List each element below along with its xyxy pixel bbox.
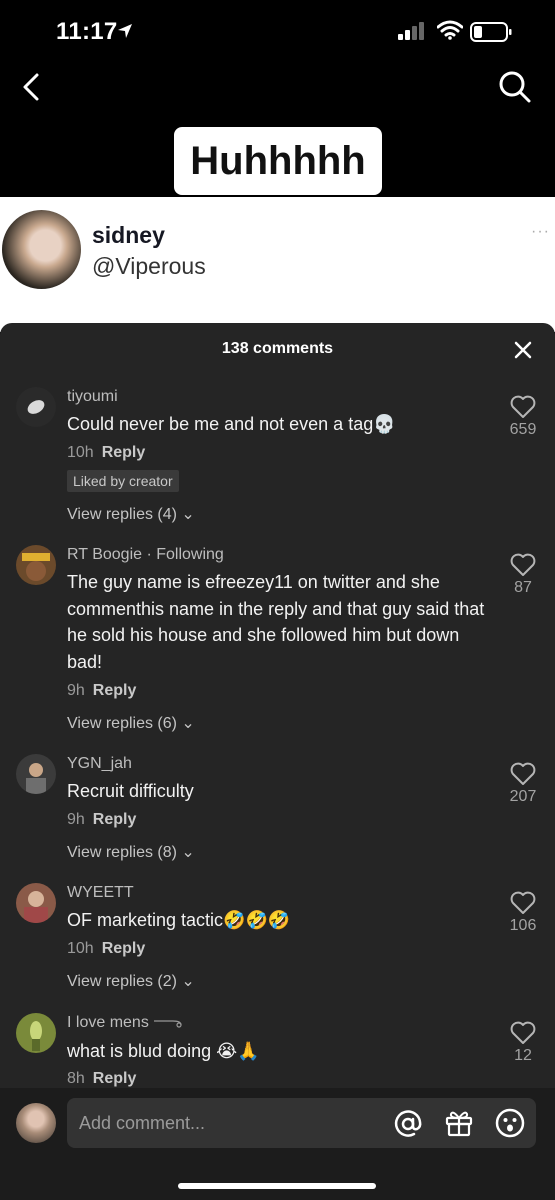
commenter-avatar[interactable]	[16, 754, 56, 794]
comment-time: 8h	[67, 1070, 85, 1087]
gift-icon[interactable]	[444, 1108, 474, 1138]
reply-button[interactable]: Reply	[93, 1070, 137, 1087]
profile-avatar[interactable]	[2, 210, 81, 289]
following-label: · Following	[146, 546, 224, 563]
like-count: 87	[514, 579, 532, 596]
reply-button[interactable]: Reply	[102, 940, 146, 957]
heart-icon[interactable]	[510, 553, 536, 577]
comment-meta: 9h Reply	[67, 682, 136, 700]
heart-icon[interactable]	[510, 395, 536, 419]
comment-text: Recruit difficulty	[67, 781, 194, 801]
cellular-signal-icon	[398, 22, 424, 40]
profile-section	[0, 197, 555, 332]
comment-username-row: RT Boogie · Following	[67, 546, 224, 564]
view-replies-button[interactable]: View replies (6) ⌄	[67, 713, 195, 733]
heart-icon[interactable]	[510, 891, 536, 915]
comment-username[interactable]: YGN_jah	[67, 755, 132, 773]
comment-count: 138 comments	[221, 340, 334, 357]
handcuffs-icon	[154, 1020, 182, 1028]
comment-meta: 8h Reply	[67, 1070, 136, 1088]
heart-icon[interactable]	[510, 762, 536, 786]
emoji-face-icon[interactable]	[495, 1108, 525, 1138]
my-avatar	[16, 1103, 56, 1143]
view-replies-button[interactable]: View replies (2) ⌄	[67, 971, 195, 991]
like-count: 659	[509, 421, 537, 438]
location-arrow-icon	[118, 24, 132, 38]
comment-username-row: I love mens	[67, 1014, 183, 1032]
like-count: 12	[514, 1047, 532, 1064]
video-caption-title: Huhhhhh	[174, 127, 382, 195]
like-count: 106	[509, 917, 537, 934]
profile-handle[interactable]: @Viperous	[92, 253, 206, 280]
close-icon[interactable]	[514, 341, 532, 359]
comment-username[interactable]: RT Boogie	[67, 546, 142, 563]
comment-time: 9h	[67, 811, 85, 828]
comment-meta: 9h Reply	[67, 811, 136, 829]
wifi-icon	[437, 20, 463, 40]
comment-text: The guy name is efreezey11 on twitter an…	[67, 572, 485, 672]
comment-time: 9h	[67, 682, 85, 699]
more-options-icon[interactable]: ···	[531, 223, 550, 241]
comment-text: OF marketing tactic🤣🤣🤣	[67, 910, 291, 930]
comment-username[interactable]: I love mens	[67, 1014, 149, 1031]
reply-button[interactable]: Reply	[102, 444, 146, 461]
liked-by-creator-badge: Liked by creator	[67, 470, 179, 492]
status-time: 11:17	[56, 18, 118, 45]
commenter-avatar[interactable]	[16, 387, 56, 427]
profile-name[interactable]: sidney	[92, 222, 165, 249]
like-count: 207	[509, 788, 537, 805]
comment-time: 10h	[67, 940, 94, 957]
reply-button[interactable]: Reply	[93, 682, 137, 699]
comment-time: 10h	[67, 444, 94, 461]
mention-at-icon[interactable]	[393, 1109, 423, 1139]
back-chevron-icon[interactable]	[20, 72, 42, 102]
commenter-avatar[interactable]	[16, 883, 56, 923]
heart-icon[interactable]	[510, 1021, 536, 1045]
comment-username[interactable]: tiyoumi	[67, 388, 118, 406]
comment-meta: 10h Reply	[67, 444, 145, 462]
search-icon[interactable]	[498, 70, 532, 104]
battery-icon	[470, 22, 512, 42]
comment-meta: 10h Reply	[67, 940, 145, 958]
commenter-avatar[interactable]	[16, 545, 56, 585]
reply-button[interactable]: Reply	[93, 811, 137, 828]
comment-text: what is blud doing 😭🙏	[67, 1041, 260, 1061]
commenter-avatar[interactable]	[16, 1013, 56, 1053]
view-replies-button[interactable]: View replies (8) ⌄	[67, 842, 195, 862]
home-indicator[interactable]	[178, 1183, 376, 1189]
comment-text: Could never be me and not even a tag💀	[67, 414, 396, 434]
view-replies-button[interactable]: View replies (4) ⌄	[67, 504, 195, 524]
comment-username[interactable]: WYEETT	[67, 884, 134, 902]
